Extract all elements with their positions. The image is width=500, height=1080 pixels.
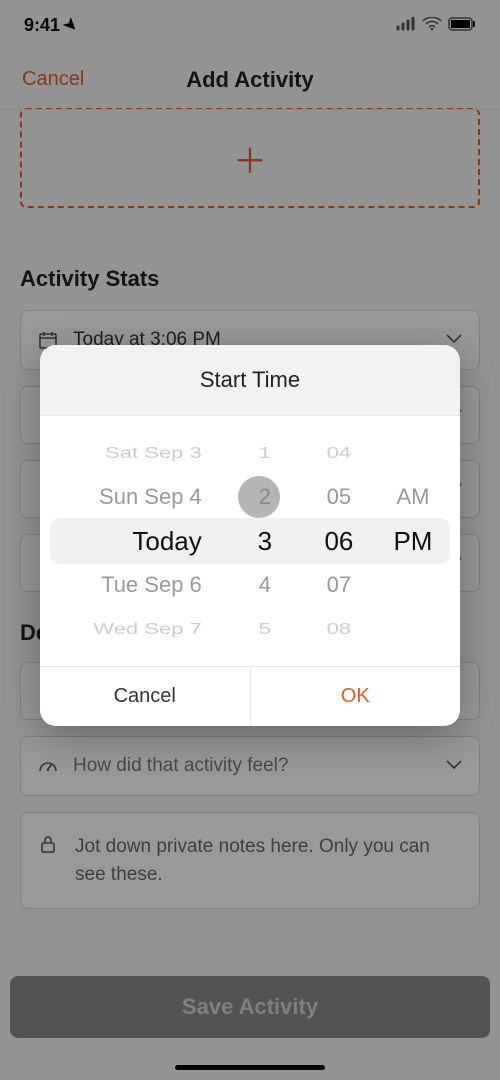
ampm-wheel[interactable]: AM PM — [376, 416, 450, 666]
start-time-picker-modal: Start Time Sat Sep 3 Sun Sep 4 Today Tue… — [40, 345, 460, 726]
wheel-option: 4 — [228, 563, 302, 607]
wheel-option: 1 — [228, 438, 302, 469]
wheel-option: AM — [376, 475, 450, 519]
wheel-option: 07 — [302, 563, 376, 607]
modal-title: Start Time — [40, 345, 460, 416]
hour-wheel[interactable]: 1 2 3 4 5 — [228, 416, 302, 666]
modal-ok-button[interactable]: OK — [251, 667, 461, 726]
modal-buttons: Cancel OK — [40, 666, 460, 726]
minute-wheel[interactable]: 04 05 06 07 08 — [302, 416, 376, 666]
wheel-option-selected: Today — [50, 519, 228, 563]
wheel-option-selected: 06 — [302, 519, 376, 563]
wheel-option: 04 — [302, 438, 376, 469]
wheel-option: Sat Sep 3 — [50, 438, 228, 469]
modal-cancel-button[interactable]: Cancel — [40, 667, 251, 726]
picker-wheels: Sat Sep 3 Sun Sep 4 Today Tue Sep 6 Wed … — [40, 416, 460, 666]
wheel-option: Wed Sep 7 — [50, 614, 228, 645]
wheel-option: 05 — [302, 475, 376, 519]
wheel-option: Tue Sep 6 — [50, 563, 228, 607]
wheel-option: 08 — [302, 614, 376, 645]
touch-indicator — [238, 476, 280, 518]
wheel-option: 5 — [228, 614, 302, 645]
wheel-option: Sun Sep 4 — [50, 475, 228, 519]
wheel-option-selected: PM — [376, 519, 450, 563]
date-wheel[interactable]: Sat Sep 3 Sun Sep 4 Today Tue Sep 6 Wed … — [50, 416, 228, 666]
wheel-option-selected: 3 — [228, 519, 302, 563]
